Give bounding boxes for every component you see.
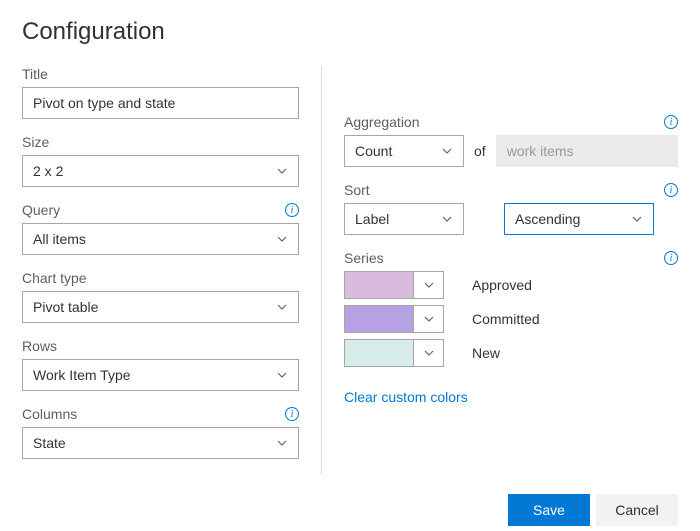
title-input[interactable]: Pivot on type and state: [22, 87, 299, 119]
field-chart-type: Chart type Pivot table: [22, 270, 299, 323]
chevron-down-icon: [276, 369, 288, 381]
aggregation-target: work items: [496, 135, 678, 167]
aggregation-method-select[interactable]: Count: [344, 135, 464, 167]
chart-type-label: Chart type: [22, 270, 87, 286]
series-color-picker[interactable]: [344, 305, 444, 333]
chart-type-value: Pivot table: [33, 299, 98, 315]
sort-by-select[interactable]: Label: [344, 203, 464, 235]
chevron-down-icon: [276, 301, 288, 313]
series-color-picker[interactable]: [344, 339, 444, 367]
aggregation-method-value: Count: [355, 143, 392, 159]
color-swatch: [345, 272, 413, 298]
query-label: Query: [22, 202, 60, 218]
sort-by-value: Label: [355, 211, 389, 227]
info-icon[interactable]: i: [664, 115, 678, 129]
series-color-picker[interactable]: [344, 271, 444, 299]
sort-direction-select[interactable]: Ascending: [504, 203, 654, 235]
chevron-down-icon: [276, 233, 288, 245]
title-value: Pivot on type and state: [33, 95, 175, 111]
rows-label: Rows: [22, 338, 57, 354]
query-select[interactable]: All items: [22, 223, 299, 255]
field-aggregation: Aggregation i Count of work items: [344, 114, 678, 167]
chevron-down-icon: [631, 213, 643, 225]
chevron-down-icon: [413, 306, 443, 332]
chevron-down-icon: [441, 145, 453, 157]
series-item: New: [344, 339, 678, 367]
field-sort: Sort i Label Ascending: [344, 182, 678, 235]
series-item: Committed: [344, 305, 678, 333]
field-size: Size 2 x 2: [22, 134, 299, 187]
save-button[interactable]: Save: [508, 494, 590, 526]
series-name: New: [472, 345, 500, 361]
field-rows: Rows Work Item Type: [22, 338, 299, 391]
clear-colors-link[interactable]: Clear custom colors: [344, 389, 468, 405]
title-label: Title: [22, 66, 48, 82]
columns-label: Columns: [22, 406, 77, 422]
series-name: Approved: [472, 277, 532, 293]
field-title: Title Pivot on type and state: [22, 66, 299, 119]
series-label: Series: [344, 250, 384, 266]
page-title: Configuration: [22, 18, 678, 46]
size-label: Size: [22, 134, 49, 150]
field-query: Query i All items: [22, 202, 299, 255]
chevron-down-icon: [276, 437, 288, 449]
chevron-down-icon: [413, 272, 443, 298]
size-value: 2 x 2: [33, 163, 63, 179]
aggregation-of-text: of: [474, 143, 486, 159]
query-value: All items: [33, 231, 86, 247]
columns-select[interactable]: State: [22, 427, 299, 459]
sort-label: Sort: [344, 182, 370, 198]
color-swatch: [345, 340, 413, 366]
info-icon[interactable]: i: [664, 251, 678, 265]
chart-type-select[interactable]: Pivot table: [22, 291, 299, 323]
chevron-down-icon: [441, 213, 453, 225]
cancel-button[interactable]: Cancel: [596, 494, 678, 526]
info-icon[interactable]: i: [285, 203, 299, 217]
info-icon[interactable]: i: [664, 183, 678, 197]
rows-select[interactable]: Work Item Type: [22, 359, 299, 391]
info-icon[interactable]: i: [285, 407, 299, 421]
chevron-down-icon: [276, 165, 288, 177]
rows-value: Work Item Type: [33, 367, 131, 383]
aggregation-label: Aggregation: [344, 114, 420, 130]
color-swatch: [345, 306, 413, 332]
size-select[interactable]: 2 x 2: [22, 155, 299, 187]
series-item: Approved: [344, 271, 678, 299]
field-columns: Columns i State: [22, 406, 299, 459]
chevron-down-icon: [413, 340, 443, 366]
series-name: Committed: [472, 311, 540, 327]
columns-value: State: [33, 435, 66, 451]
field-series: Series i Approved Committed: [344, 250, 678, 405]
sort-direction-value: Ascending: [515, 211, 580, 227]
